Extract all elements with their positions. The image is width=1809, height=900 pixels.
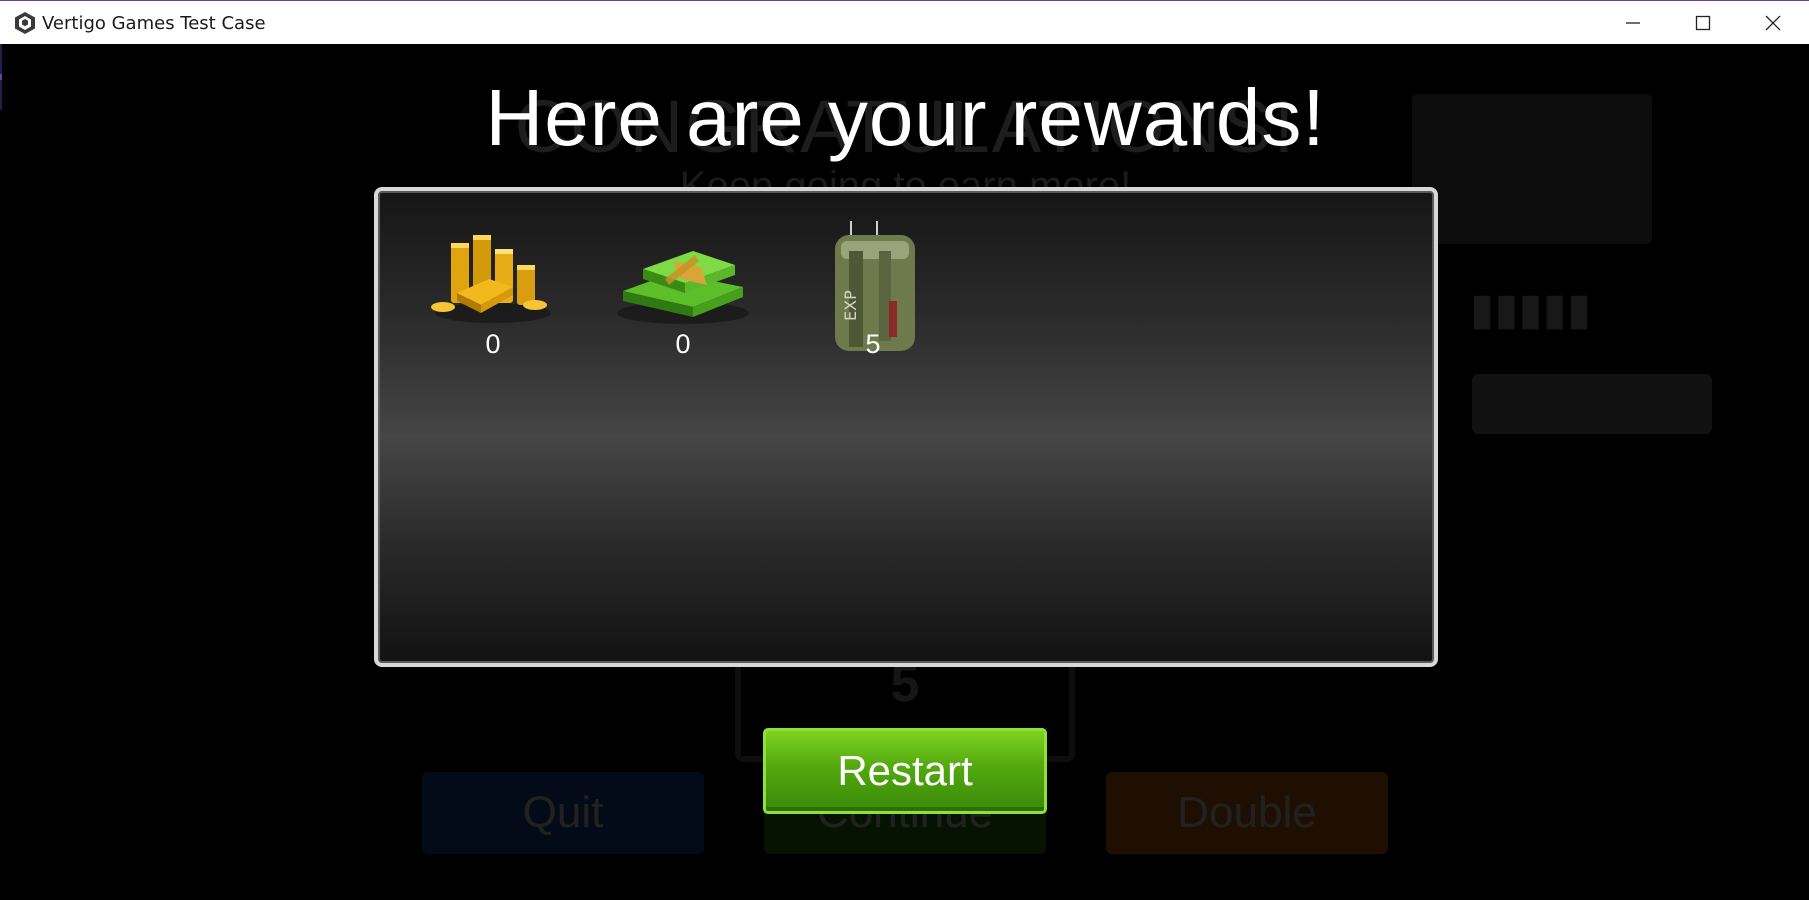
rewards-panel: 0 0 EXP 5 (374, 187, 1438, 667)
window-titlebar: Vertigo Games Test Case (0, 0, 1809, 44)
background-side-bar (1472, 374, 1712, 434)
gold-icon (413, 221, 573, 331)
restart-button[interactable]: Restart (763, 728, 1047, 814)
maximize-button[interactable] (1668, 1, 1738, 45)
rewards-headline: Here are your rewards! (485, 73, 1326, 162)
minimize-icon (1626, 22, 1640, 24)
background-side-label: ▮▮▮▮▮ (1470, 285, 1592, 334)
cash-icon (603, 221, 763, 331)
reward-amount: 0 (485, 329, 501, 359)
reward-amount: 0 (675, 329, 691, 359)
reward-item-exp-bag: EXP 5 (793, 221, 953, 359)
background-quit-button: Quit (422, 772, 704, 854)
svg-text:EXP: EXP (841, 290, 860, 321)
close-button[interactable] (1738, 1, 1808, 45)
window-title: Vertigo Games Test Case (42, 13, 266, 34)
reward-item-cash: 0 (603, 221, 763, 359)
close-icon (1765, 15, 1781, 31)
minimize-button[interactable] (1598, 1, 1668, 45)
unity-app-icon (12, 10, 38, 36)
reward-item-gold: 0 (413, 221, 573, 359)
exp-bag-icon: EXP (793, 221, 953, 351)
background-double-button: Double (1106, 772, 1388, 854)
maximize-icon (1695, 15, 1711, 31)
reward-amount: 5 (865, 329, 881, 359)
game-viewport: CONGRATULATIONS! Keep going to earn more… (2, 44, 1809, 900)
